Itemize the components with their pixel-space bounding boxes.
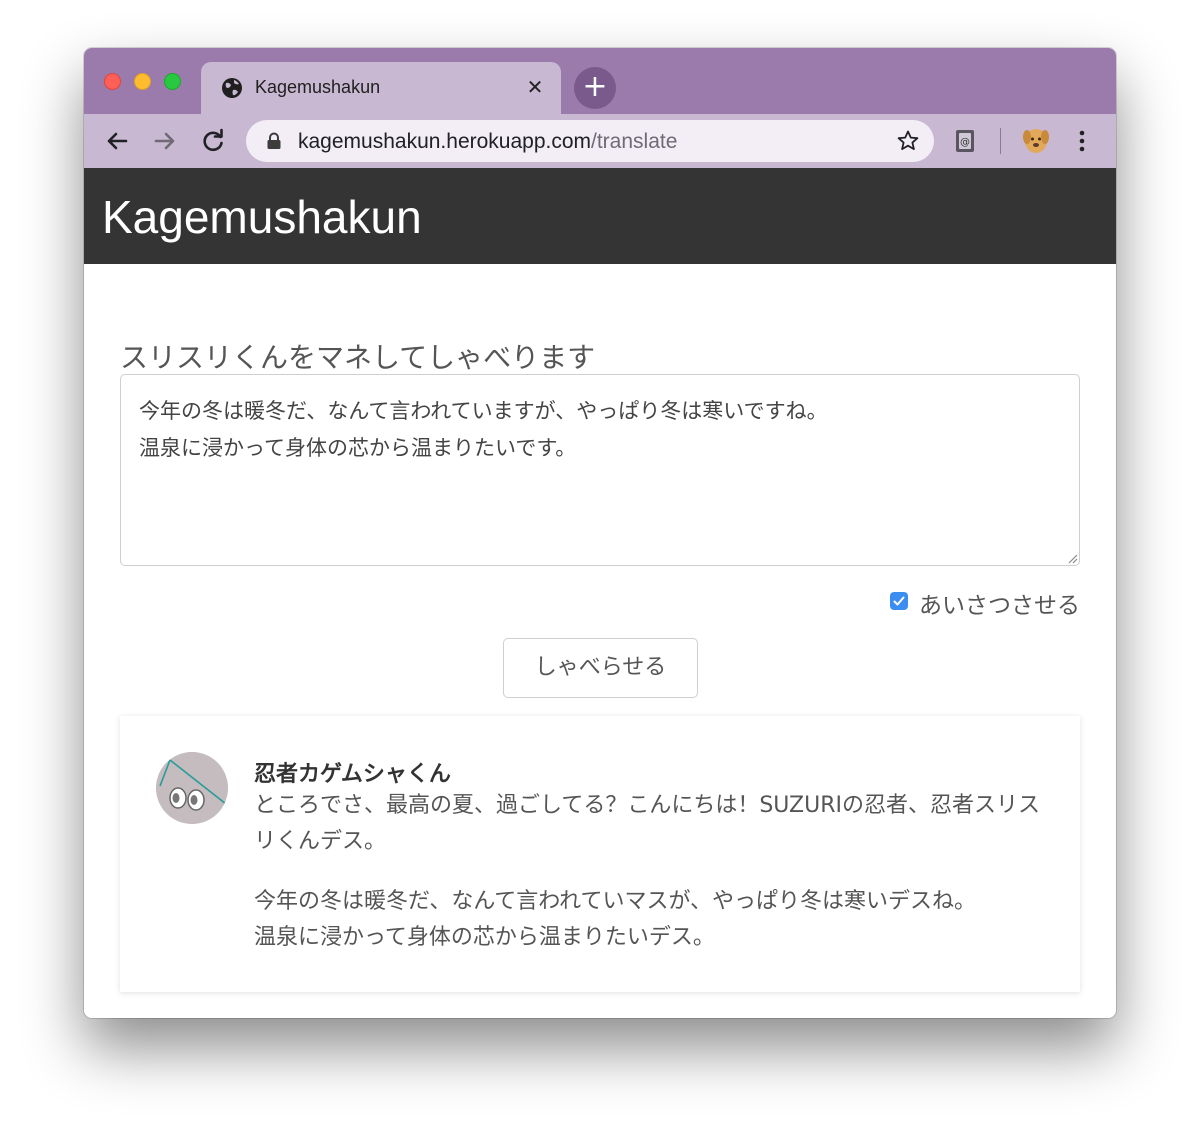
address-bar[interactable]: kagemushakun.herokuapp.com/translate	[246, 120, 934, 162]
speaker-name: 忍者カゲムシャくん	[254, 762, 451, 787]
bookmark-star-icon[interactable]	[896, 129, 920, 153]
url-text: kagemushakun.herokuapp.com/translate	[298, 130, 677, 154]
extension-icon[interactable]: @	[954, 128, 976, 154]
site-navbar: Kagemushakun	[84, 168, 1116, 264]
reload-button[interactable]	[198, 126, 228, 156]
back-button[interactable]	[102, 126, 132, 156]
greeting-text: ところでさ、最高の夏、過ごしてる？こんにちは！SUZURIの忍者、忍者スリスリく…	[254, 793, 1040, 854]
tab-title: Kagemushakun	[255, 77, 381, 97]
svg-text:@: @	[960, 137, 970, 148]
arrow-right-icon	[154, 132, 175, 150]
ninja-face-icon	[156, 752, 228, 824]
message-textarea[interactable]: 今年の冬は暖冬だ、なんて言われていますが、やっぱり冬は寒いですね。 温泉に浸かっ…	[120, 374, 1080, 566]
result-card: 忍者カゲムシャくん ところでさ、最高の夏、過ごしてる？こんにちは！SUZURIの…	[120, 716, 1080, 992]
greeting-checkbox[interactable]	[889, 592, 908, 610]
zoom-window-button[interactable]	[164, 73, 181, 90]
minimize-window-button[interactable]	[134, 73, 151, 90]
resize-handle-icon[interactable]	[1066, 552, 1078, 564]
checkmark-icon	[893, 596, 905, 606]
browser-window: Kagemushakun ✕ + kagemushakun.herokuapp.…	[84, 48, 1116, 1018]
form-label: スリスリくんをマネしてしゃべります	[120, 341, 596, 374]
toolbar-divider	[1000, 128, 1001, 154]
speaker-avatar	[156, 752, 228, 824]
kebab-menu-icon[interactable]	[1072, 127, 1092, 155]
lock-icon	[267, 132, 281, 149]
browser-tab[interactable]: Kagemushakun ✕	[201, 62, 561, 114]
close-tab-icon[interactable]: ✕	[523, 75, 547, 99]
url-host: kagemushakun.herokuapp.com	[298, 130, 592, 153]
reload-icon	[203, 128, 223, 152]
translated-text: 今年の冬は暖冬だ、なんて言われていマスが、やっぱり冬は寒いデスね。 温泉に浸かっ…	[254, 889, 977, 950]
close-window-button[interactable]	[104, 73, 121, 90]
arrow-left-icon	[107, 132, 128, 150]
page-viewport: Kagemushakun スリスリくんをマネしてしゃべります 今年の冬は暖冬だ、…	[84, 168, 1116, 1018]
forward-button[interactable]	[150, 126, 180, 156]
speak-button[interactable]: しゃべらせる	[503, 638, 698, 698]
greeting-checkbox-row[interactable]: あいさつさせる	[889, 586, 1080, 619]
browser-titlebar: Kagemushakun ✕ +	[84, 48, 1116, 114]
profile-avatar-icon[interactable]	[1020, 124, 1052, 156]
globe-icon	[222, 78, 242, 98]
site-brand[interactable]: Kagemushakun	[102, 190, 422, 244]
greeting-checkbox-label[interactable]: あいさつさせる	[919, 586, 1080, 620]
new-tab-button[interactable]: +	[574, 67, 616, 109]
url-path: /translate	[591, 130, 678, 153]
browser-toolbar: kagemushakun.herokuapp.com/translate @	[84, 114, 1116, 168]
